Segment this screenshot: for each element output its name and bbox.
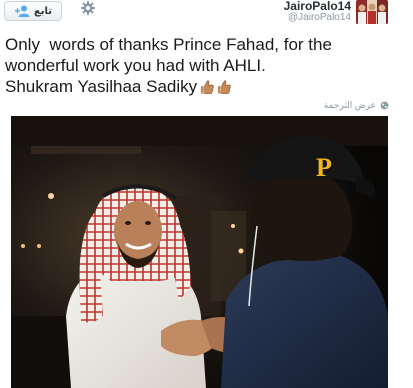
tweet-photo[interactable]: P bbox=[11, 116, 388, 388]
globe-icon bbox=[380, 101, 389, 110]
add-user-icon bbox=[14, 5, 30, 17]
follow-button[interactable]: تابع bbox=[4, 1, 62, 21]
thumbs-up-emoji bbox=[218, 80, 231, 94]
photo-image: P bbox=[11, 116, 388, 388]
tweet-header: تابع JairoPalo14 @JairoPalo14 bbox=[0, 0, 413, 30]
avatar-image bbox=[356, 0, 388, 24]
follow-label: تابع bbox=[33, 5, 53, 17]
gear-icon[interactable] bbox=[80, 0, 96, 16]
tweet-text: Only words of thanks Prince Fahad, for t… bbox=[5, 34, 405, 97]
translate-link[interactable]: عرض الترجمة bbox=[324, 100, 389, 111]
translate-label[interactable]: عرض الترجمة bbox=[324, 100, 376, 111]
display-name[interactable]: JairoPalo14 bbox=[284, 0, 351, 12]
thumbs-up-emoji bbox=[201, 80, 214, 94]
svg-text:P: P bbox=[316, 153, 332, 182]
avatar[interactable] bbox=[356, 0, 388, 24]
user-handle[interactable]: @JairoPalo14 bbox=[284, 12, 351, 24]
tweet-body: Only words of thanks Prince Fahad, for t… bbox=[5, 35, 332, 96]
user-names[interactable]: JairoPalo14 @JairoPalo14 bbox=[284, 0, 351, 24]
